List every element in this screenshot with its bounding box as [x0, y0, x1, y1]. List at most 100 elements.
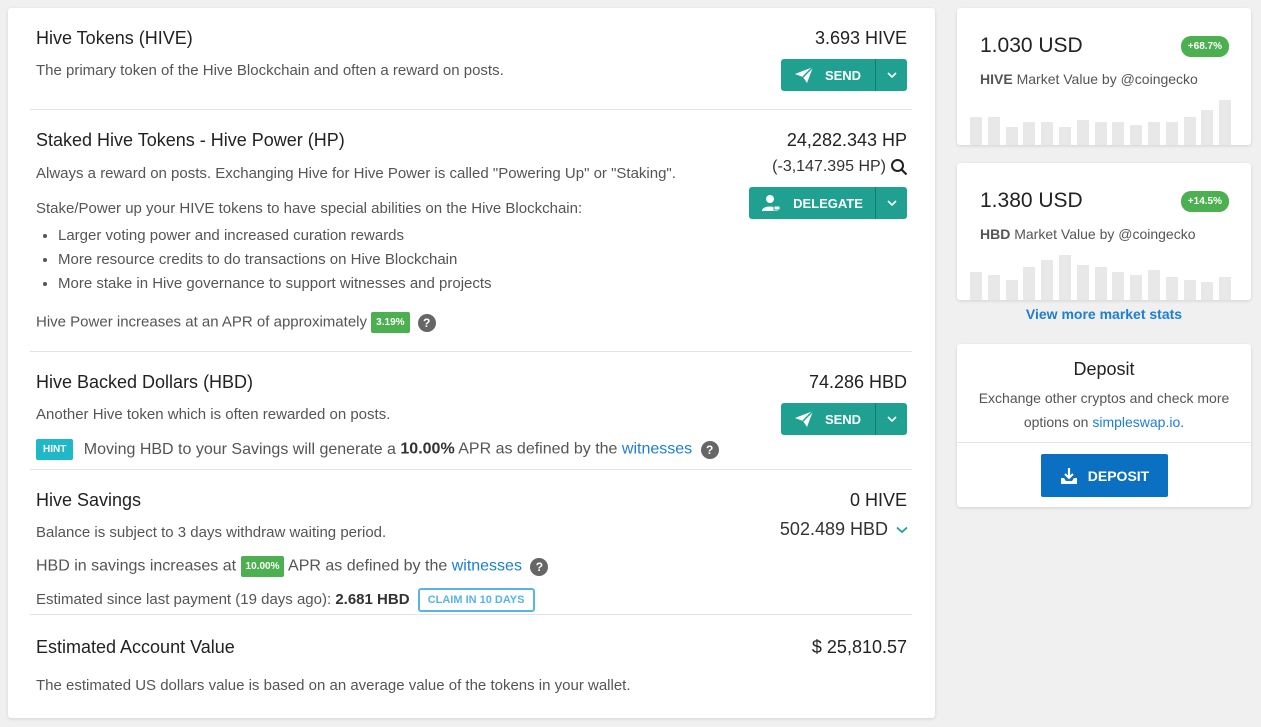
hive-power-balance[interactable]: 24,282.343 HP [787, 130, 907, 151]
hive-power-section: Staked Hive Tokens - Hive Power (HP) Alw… [30, 110, 912, 352]
sparkline-bar [1201, 110, 1214, 145]
claim-interest-button[interactable]: CLAIM IN 10 DAYS [417, 588, 535, 612]
hint-badge: HINT [36, 439, 74, 460]
sparkline-bar [1041, 260, 1054, 300]
list-item: Larger voting power and increased curati… [58, 224, 492, 248]
sparkline-bar [1059, 127, 1071, 145]
sparkline-bar [987, 275, 1000, 300]
hive-send-group: SEND [781, 59, 907, 91]
savings-apr-row: HBD in savings increases at 10.00% APR a… [36, 556, 549, 577]
hive-power-delegated[interactable]: (-3,147.395 HP) [772, 158, 886, 176]
sparkline-bar [987, 117, 1000, 145]
sparkline-bar [1059, 255, 1071, 300]
hbd-hint-post: APR as defined by the [458, 440, 618, 458]
witnesses-link[interactable]: witnesses [622, 441, 692, 458]
sparkline-bar [1041, 122, 1054, 145]
chevron-down-icon [886, 416, 897, 422]
savings-desc: Balance is subject to 3 days withdraw wa… [36, 524, 387, 541]
savings-hbd-balance[interactable]: 502.489 HBD [780, 519, 888, 540]
hive-power-title: Staked Hive Tokens - Hive Power (HP) [36, 130, 345, 150]
witnesses-link[interactable]: witnesses [452, 558, 522, 575]
hbd-actions-dropdown[interactable] [875, 403, 907, 435]
hbd-send-label: SEND [824, 411, 862, 427]
hive-power-benefits: Larger voting power and increased curati… [58, 224, 492, 296]
account-value-section: Estimated Account Value The estimated US… [30, 615, 912, 715]
hbd-send-button[interactable]: SEND [781, 403, 875, 435]
savings-apr-pre: HBD in savings increases at [36, 557, 237, 575]
hbd-hint-row: HINT Moving HBD to your Savings will gen… [36, 439, 719, 460]
sparkline-bar [1130, 275, 1143, 300]
deposit-desc-line1: Exchange other cryptos and check more [978, 390, 1230, 406]
chevron-down-icon [886, 72, 897, 78]
market-change-badge: +68.7% [1180, 36, 1229, 57]
deposit-desc-post: . [1180, 414, 1185, 430]
sparkline-bar [1148, 270, 1160, 300]
sparkline-bar [970, 117, 982, 145]
hive-send-button[interactable]: SEND [781, 59, 875, 91]
deposit-divider [957, 442, 1251, 443]
hbd-market-card[interactable]: 1.380 USD +14.5% HBD Market Value by @co… [957, 163, 1251, 300]
sparkline-bar [1165, 277, 1178, 300]
sparkline-bar [1094, 122, 1107, 145]
hive-power-desc: Always a reward on posts. Exchanging Hiv… [36, 165, 676, 182]
help-icon[interactable]: ? [700, 440, 719, 459]
hbd-title: Hive Backed Dollars (HBD) [36, 372, 254, 392]
search-icon[interactable] [890, 158, 908, 176]
hive-market-card[interactable]: 1.030 USD +68.7% HIVE Market Value by @c… [957, 8, 1251, 145]
hbd-desc: Another Hive token which is often reward… [36, 406, 391, 423]
hive-send-label: SEND [824, 67, 862, 83]
help-icon[interactable]: ? [530, 557, 549, 576]
delegate-button[interactable]: DELEGATE [749, 187, 875, 219]
savings-hive-balance[interactable]: 0 HIVE [850, 490, 907, 511]
deposit-button-label: DEPOSIT [1087, 467, 1150, 484]
send-icon [794, 411, 813, 427]
chevron-down-icon[interactable] [896, 526, 908, 534]
hbd-balance[interactable]: 74.286 HBD [809, 372, 907, 393]
sparkline-bar [1005, 280, 1018, 300]
savings-section: Hive Savings Balance is subject to 3 day… [30, 470, 912, 615]
sparkline-bar [1183, 280, 1196, 300]
hive-power-apr-badge: 3.19% [371, 312, 410, 333]
deposit-title: Deposit [1073, 359, 1135, 379]
sparkline-bar [1112, 272, 1125, 300]
simpleswap-link[interactable]: simpleswap.io [1092, 414, 1180, 430]
download-tray-icon [1060, 467, 1077, 484]
market-token: HIVE [980, 71, 1013, 87]
sparkline-bar [1201, 282, 1214, 300]
hive-tokens-title: Hive Tokens (HIVE) [36, 28, 193, 48]
sparkline-bar [1076, 120, 1089, 145]
account-value-title: Estimated Account Value [36, 637, 235, 657]
deposit-card: Deposit Exchange other cryptos and check… [957, 344, 1251, 507]
hive-balance[interactable]: 3.693 HIVE [815, 28, 907, 49]
deposit-desc-line2: options on simpleswap.io. [957, 410, 1251, 434]
help-icon[interactable]: ? [417, 313, 436, 332]
market-change-badge: +14.5% [1180, 191, 1229, 212]
hive-tokens-section: Hive Tokens (HIVE) The primary token of … [30, 8, 912, 110]
hive-power-apr-text: Hive Power increases at an APR of approx… [36, 313, 367, 331]
savings-estimate-row: Estimated since last payment (19 days ag… [36, 588, 535, 612]
sparkline-bar [1165, 122, 1178, 145]
list-item: More stake in Hive governance to support… [58, 272, 492, 296]
savings-apr-badge: 10.00% [240, 556, 285, 577]
sparkline-bar [1005, 127, 1018, 145]
hive-power-delegated-row: (-3,147.395 HP) [772, 158, 908, 176]
savings-hbd-row: 502.489 HBD [780, 519, 908, 540]
deposit-button[interactable]: DEPOSIT [1041, 454, 1168, 497]
send-icon [794, 67, 813, 83]
market-sparkline [970, 95, 1238, 145]
savings-estimate-value: 2.681 HBD [335, 590, 410, 608]
list-item: More resource credits to do transactions… [58, 248, 492, 272]
hive-power-stake-desc: Stake/Power up your HIVE tokens to have … [36, 200, 583, 217]
hive-power-apr-row: Hive Power increases at an APR of approx… [36, 312, 436, 333]
hive-actions-dropdown[interactable] [875, 59, 907, 91]
savings-title: Hive Savings [36, 490, 142, 510]
sparkline-bar [1148, 122, 1160, 145]
hbd-section: Hive Backed Dollars (HBD) Another Hive t… [30, 352, 912, 470]
market-price: 1.380 USD [980, 189, 1083, 212]
hive-power-actions-dropdown[interactable] [875, 187, 907, 219]
market-label: HBD Market Value by @coingecko [980, 226, 1196, 242]
deposit-desc: Exchange other cryptos and check more op… [957, 386, 1251, 434]
savings-estimate-pre: Estimated since last payment (19 days ag… [36, 590, 332, 608]
market-stats-link[interactable]: View more market stats [957, 306, 1251, 322]
sparkline-bar [1076, 265, 1089, 300]
